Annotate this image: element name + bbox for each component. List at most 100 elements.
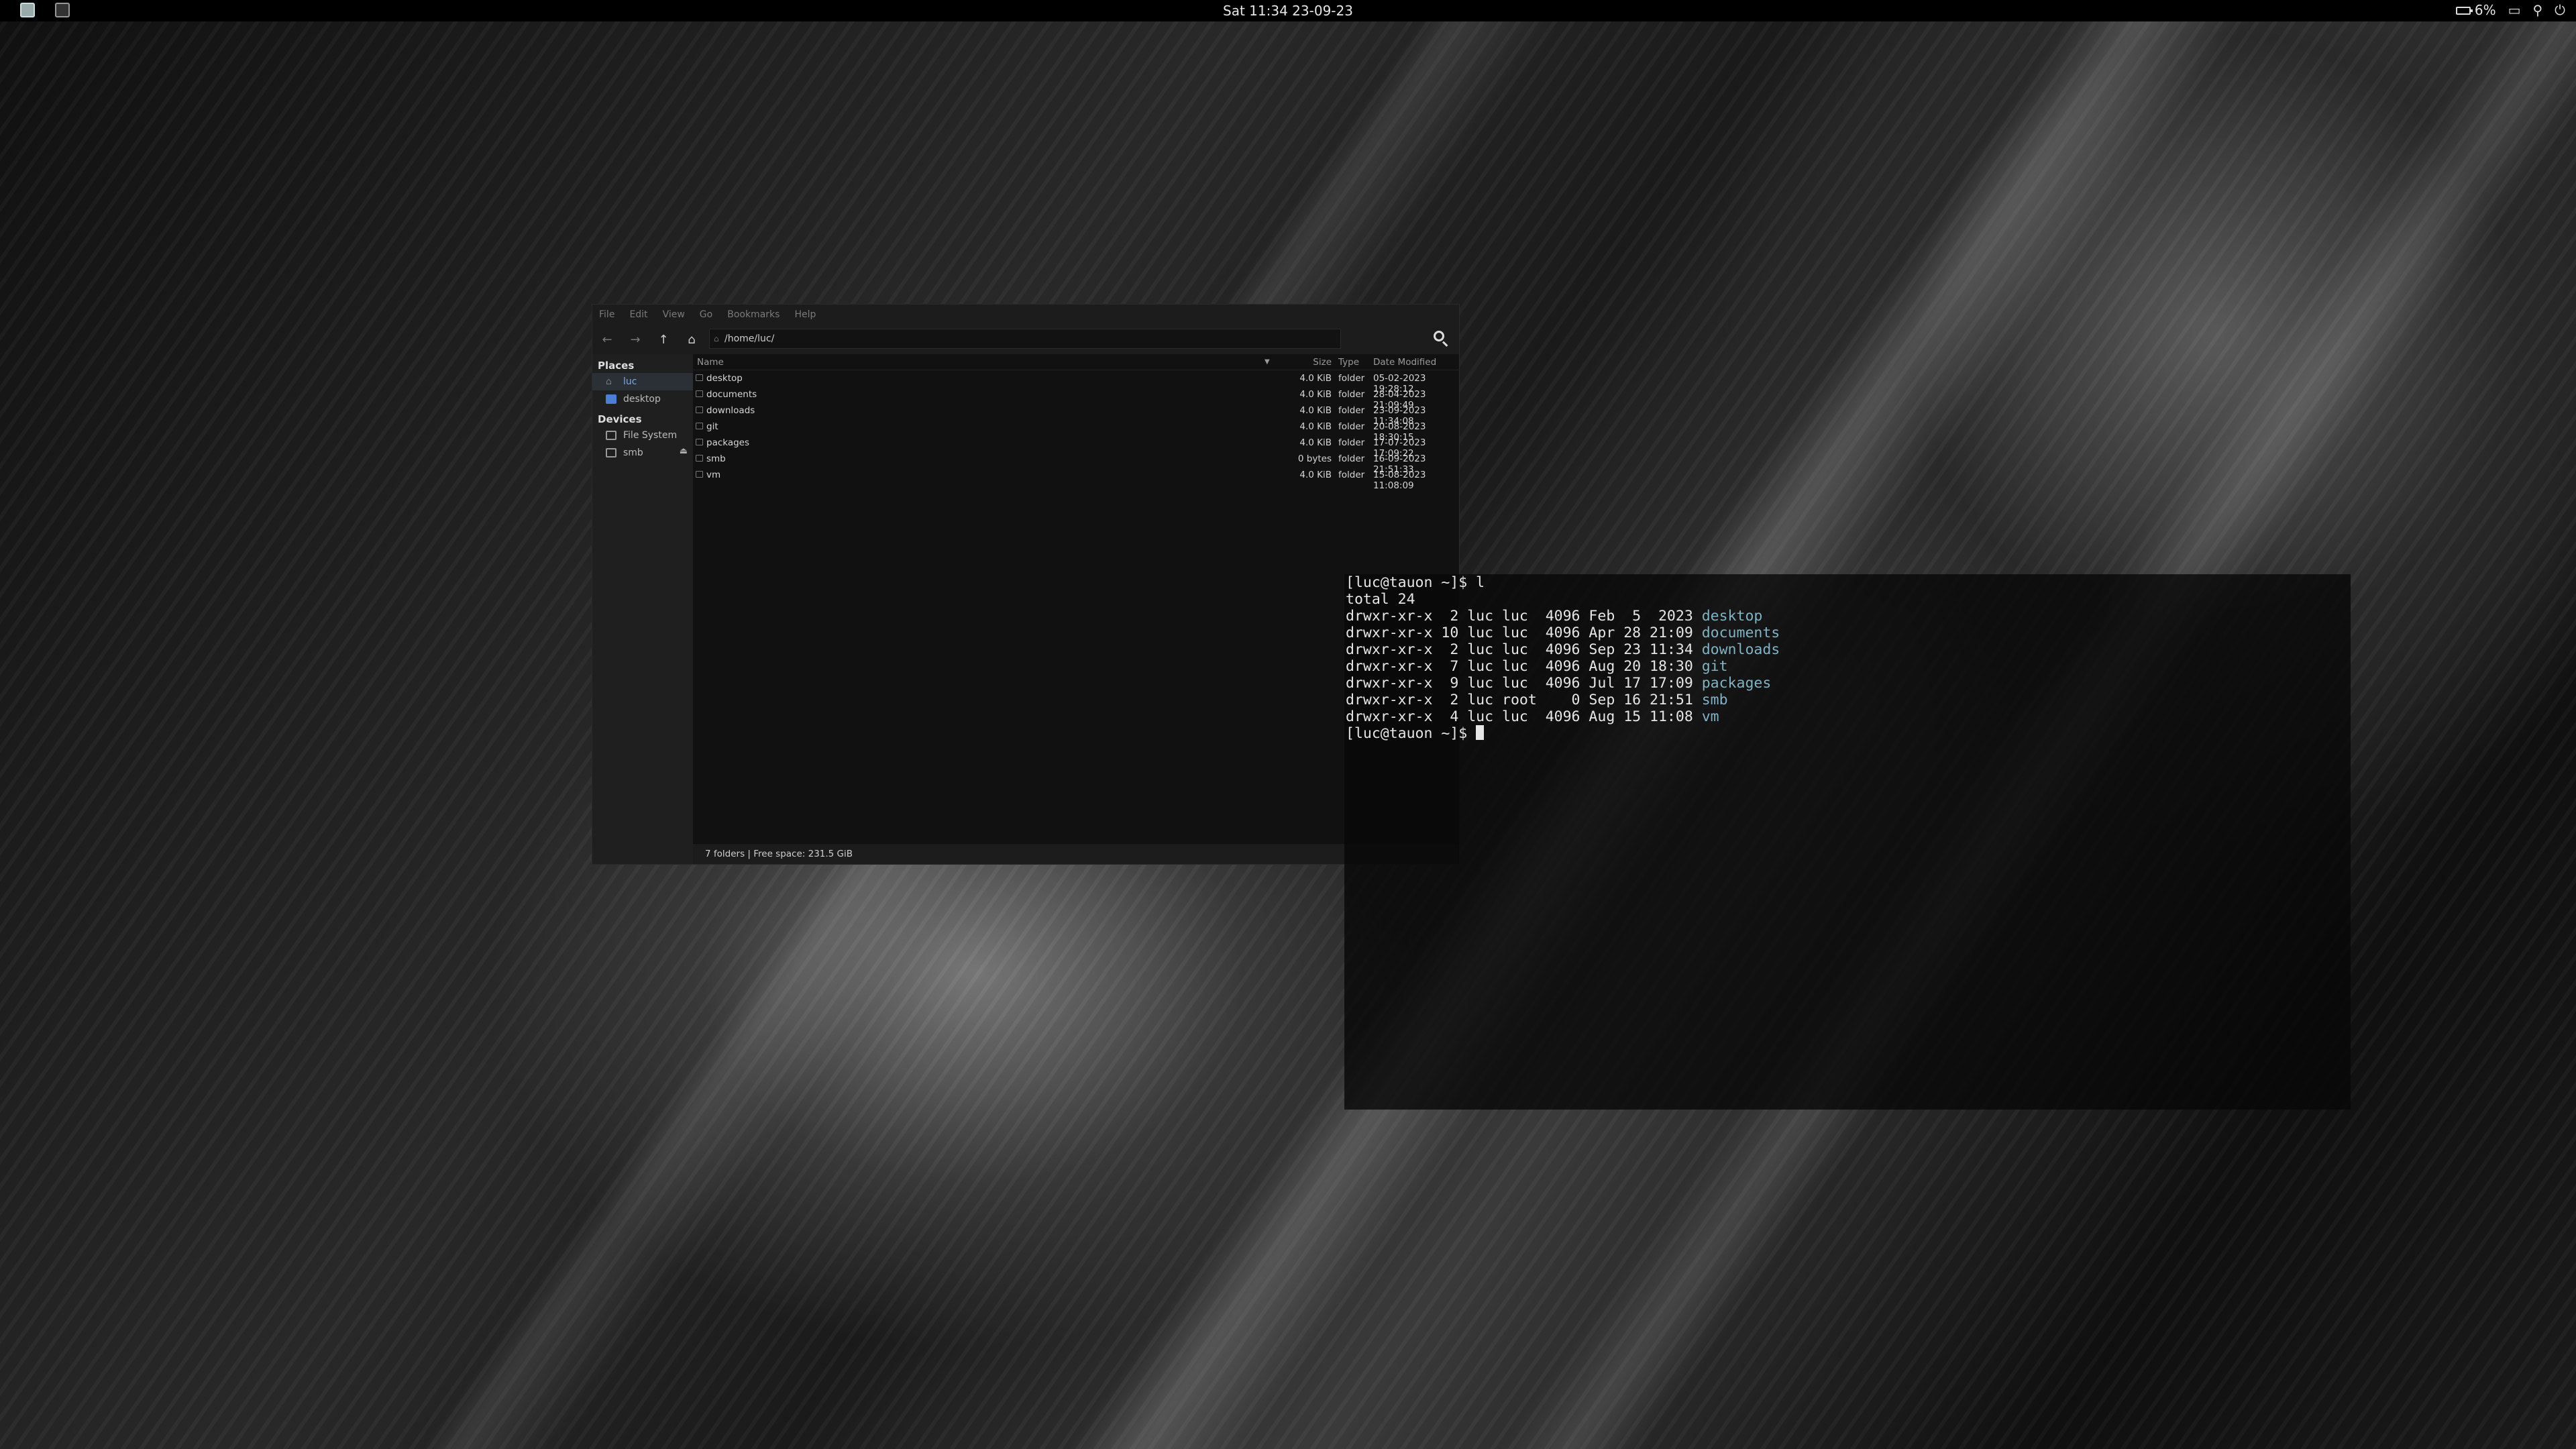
entry-dir-name: downloads — [1701, 641, 1780, 658]
terminal-entry: drwxr-xr-x 9 luc luc 4096 Jul 17 17:09 p… — [1346, 675, 2351, 692]
terminal-cursor — [1476, 725, 1485, 740]
location-path: /home/luc/ — [724, 333, 775, 344]
file-size: 4.0 KiB — [1299, 421, 1332, 432]
drive-icon — [606, 431, 616, 440]
folder-path-icon: ⌂ — [714, 334, 719, 343]
file-type: folder — [1338, 421, 1365, 432]
menu-bar: File Edit View Go Bookmarks Help — [592, 305, 1459, 325]
battery-icon — [2455, 7, 2473, 15]
file-size: 4.0 KiB — [1299, 389, 1332, 400]
sidebar-item-label: smb — [623, 447, 643, 458]
file-name: vm — [706, 470, 721, 480]
entry-details: drwxr-xr-x 7 luc luc 4096 Aug 20 18:30 — [1346, 658, 1702, 675]
terminal-window[interactable]: [luc@tauon ~]$ l total 24 drwxr-xr-x 2 l… — [1344, 574, 2351, 1110]
panel-clock[interactable]: Sat 11:34 23-09-23 — [0, 3, 2576, 19]
table-row[interactable]: documents 4.0 KiB folder 28-04-2023 21:0… — [693, 386, 1459, 411]
terminal-command: l — [1476, 574, 1485, 591]
folder-icon — [696, 374, 703, 381]
sidebar-item-desktop[interactable]: desktop — [592, 390, 693, 408]
back-arrow-icon[interactable]: ← — [600, 333, 614, 347]
folder-icon — [696, 390, 703, 397]
menu-view[interactable]: View — [663, 309, 685, 320]
desktop-icon — [606, 394, 616, 404]
column-name[interactable]: Name — [697, 357, 724, 368]
column-size[interactable]: Size — [1270, 357, 1332, 368]
search-icon — [1434, 331, 1444, 341]
entry-details: drwxr-xr-x 9 luc luc 4096 Jul 17 17:09 — [1346, 675, 1702, 692]
sidebar-item-label: File System — [623, 430, 678, 441]
terminal-total-line: total 24 — [1346, 591, 1415, 608]
file-name: desktop — [706, 373, 743, 384]
sidebar-item-smb[interactable]: smb ⏏ — [592, 444, 693, 462]
terminal-entry: drwxr-xr-x 7 luc luc 4096 Aug 20 18:30 g… — [1346, 658, 2351, 675]
entry-details: drwxr-xr-x 2 luc luc 4096 Feb 5 2023 — [1346, 608, 1702, 625]
sidebar-item-label: luc — [623, 376, 637, 387]
file-type: folder — [1338, 373, 1365, 384]
terminal-input-line[interactable]: [luc@tauon ~]$ — [1346, 725, 2351, 742]
power-icon[interactable]: ⏻ — [2555, 2, 2565, 18]
battery-indicator[interactable]: 6% — [2455, 2, 2496, 18]
entry-dir-name: smb — [1701, 692, 1728, 708]
file-type: folder — [1338, 405, 1365, 416]
menu-go[interactable]: Go — [700, 309, 712, 320]
table-row[interactable]: vm 4.0 KiB folder 15-08-2023 11:08:09 — [693, 467, 1459, 491]
entry-dir-name: vm — [1701, 708, 1719, 725]
table-row[interactable]: smb 0 bytes folder 16-09-2023 21:51:33 — [693, 451, 1459, 475]
file-size: 4.0 KiB — [1299, 373, 1332, 384]
notification-icon[interactable]: ▭ — [2508, 2, 2521, 18]
menu-bookmarks[interactable]: Bookmarks — [727, 309, 780, 320]
eject-icon[interactable]: ⏏ — [680, 446, 688, 456]
places-header: Places — [598, 360, 635, 372]
entry-details: drwxr-xr-x 10 luc luc 4096 Apr 28 21:09 — [1346, 625, 1702, 641]
home-icon[interactable]: ⌂ — [685, 333, 698, 347]
file-list-header: Name ▼ Size Type Date Modified — [693, 354, 1459, 370]
sidebar-item-file-system[interactable]: File System — [592, 427, 693, 444]
terminal-entry: drwxr-xr-x 10 luc luc 4096 Apr 28 21:09 … — [1346, 625, 2351, 641]
table-row[interactable]: git 4.0 KiB folder 20-08-2023 18:30:15 — [693, 419, 1459, 443]
search-icon[interactable]: ⚲ — [2533, 2, 2543, 18]
file-name: downloads — [706, 405, 755, 416]
table-row[interactable]: downloads 4.0 KiB folder 23-09-2023 11:3… — [693, 402, 1459, 427]
file-size: 4.0 KiB — [1299, 437, 1332, 448]
terminal-command-line: [luc@tauon ~]$ l — [1346, 574, 2351, 591]
file-name: documents — [706, 389, 757, 400]
sidebar-item-label: desktop — [623, 394, 661, 405]
column-type[interactable]: Type — [1338, 357, 1359, 368]
entry-dir-name: documents — [1701, 625, 1780, 641]
terminal-prompt: [luc@tauon ~]$ — [1346, 574, 1477, 591]
menu-file[interactable]: File — [599, 309, 614, 320]
forward-arrow-icon[interactable]: → — [629, 333, 642, 347]
top-panel: Sat 11:34 23-09-23 6% ▭ ⚲ ⏻ — [0, 0, 2576, 21]
battery-percent: 6% — [2474, 2, 2496, 18]
sort-descending-icon: ▼ — [1265, 358, 1270, 366]
location-bar[interactable]: ⌂ /home/luc/ — [709, 329, 1341, 349]
file-size: 0 bytes — [1297, 453, 1332, 464]
file-type: folder — [1338, 437, 1365, 448]
file-type: folder — [1338, 389, 1365, 400]
file-size: 4.0 KiB — [1299, 405, 1332, 416]
menu-help[interactable]: Help — [794, 309, 816, 320]
folder-icon — [696, 423, 703, 429]
menu-edit[interactable]: Edit — [629, 309, 647, 320]
table-row[interactable]: packages 4.0 KiB folder 17-07-2023 17:09… — [693, 435, 1459, 459]
entry-details: drwxr-xr-x 2 luc luc 4096 Sep 23 11:34 — [1346, 641, 1702, 658]
file-name: smb — [706, 453, 726, 464]
file-type: folder — [1338, 453, 1365, 464]
file-name: packages — [706, 437, 750, 448]
file-date: 15-08-2023 11:08:09 — [1373, 470, 1426, 491]
search-button[interactable] — [1431, 328, 1451, 348]
file-type: folder — [1338, 470, 1365, 480]
folder-icon — [696, 439, 703, 445]
sidebar: Places ⌂ luc desktop Devices File System… — [592, 354, 693, 864]
entry-dir-name: desktop — [1701, 608, 1763, 625]
entry-dir-name: packages — [1701, 675, 1772, 692]
up-arrow-icon[interactable]: ↑ — [657, 333, 670, 347]
table-row[interactable]: desktop 4.0 KiB folder 05-02-2023 19:28:… — [693, 370, 1459, 394]
download-folder-icon — [696, 407, 703, 413]
terminal-entry: drwxr-xr-x 2 luc luc 4096 Sep 23 11:34 d… — [1346, 641, 2351, 658]
sidebar-item-luc[interactable]: ⌂ luc — [592, 373, 693, 390]
entry-dir-name: git — [1701, 658, 1728, 675]
column-date-modified[interactable]: Date Modified — [1373, 357, 1436, 368]
drive-icon — [606, 448, 616, 458]
terminal-prompt: [luc@tauon ~]$ — [1346, 725, 1477, 742]
